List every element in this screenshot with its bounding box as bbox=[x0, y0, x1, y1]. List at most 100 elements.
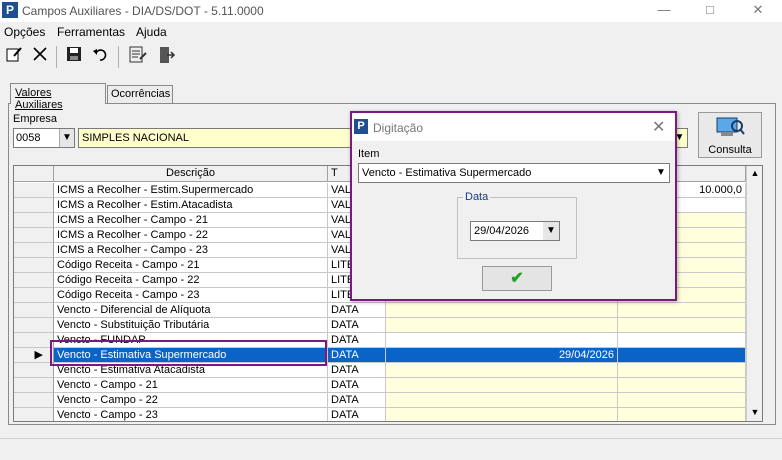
selected-row-highlight bbox=[50, 340, 327, 366]
cell-valor[interactable] bbox=[386, 318, 618, 333]
cell-descricao[interactable]: ICMS a Recolher - Estim.Supermercado bbox=[54, 183, 328, 198]
menu-ferramentas[interactable]: Ferramentas bbox=[57, 25, 125, 39]
grid-header-indicator bbox=[14, 166, 54, 182]
cell-tipo[interactable]: DATA bbox=[328, 318, 386, 333]
cell-tipo[interactable]: DATA bbox=[328, 393, 386, 408]
cell-descricao[interactable]: Vencto - Campo - 21 bbox=[54, 378, 328, 393]
grid-header-descricao[interactable]: Descrição bbox=[54, 166, 328, 182]
menu-bar: Opções Ferramentas Ajuda bbox=[0, 22, 782, 42]
cell-anterior[interactable] bbox=[618, 393, 746, 408]
app-logo-icon: P bbox=[354, 119, 368, 134]
check-icon: ✔ bbox=[510, 270, 524, 287]
table-row[interactable]: Vencto - Campo - 21 DATA bbox=[14, 378, 746, 393]
cell-descricao[interactable]: ICMS a Recolher - Campo - 21 bbox=[54, 213, 328, 228]
row-indicator bbox=[14, 258, 54, 273]
row-indicator bbox=[14, 273, 54, 288]
ok-button[interactable]: ✔ bbox=[482, 266, 552, 291]
minimize-button[interactable]: — bbox=[642, 0, 686, 22]
row-indicator bbox=[14, 228, 54, 243]
report-icon[interactable] bbox=[126, 45, 150, 69]
cell-descricao[interactable]: Código Receita - Campo - 21 bbox=[54, 258, 328, 273]
scroll-up-icon[interactable]: ▲ bbox=[747, 166, 762, 181]
table-row[interactable]: Vencto - Diferencial de Alíquota DATA bbox=[14, 303, 746, 318]
maximize-button[interactable]: □ bbox=[688, 0, 732, 22]
digitacao-dialog: P Digitação ✕ Item Vencto - Estimativa S… bbox=[350, 111, 677, 301]
undo-icon[interactable] bbox=[88, 45, 112, 69]
cell-anterior[interactable] bbox=[618, 378, 746, 393]
cell-valor[interactable] bbox=[386, 303, 618, 318]
cell-descricao[interactable]: Vencto - Campo - 22 bbox=[54, 393, 328, 408]
delete-icon[interactable] bbox=[28, 45, 52, 69]
toolbar bbox=[0, 43, 782, 71]
status-bar bbox=[0, 438, 782, 460]
row-indicator bbox=[14, 183, 54, 198]
cell-descricao[interactable]: Código Receita - Campo - 22 bbox=[54, 273, 328, 288]
cell-anterior[interactable] bbox=[618, 408, 746, 421]
table-row[interactable]: Vencto - Campo - 23 DATA bbox=[14, 408, 746, 421]
cell-tipo[interactable]: DATA bbox=[328, 333, 386, 348]
cell-valor[interactable] bbox=[386, 363, 618, 378]
tab-ocorrencias[interactable]: Ocorrências bbox=[107, 85, 173, 104]
row-indicator bbox=[14, 408, 54, 421]
tab-valores-auxiliares[interactable]: Valores Auxiliares bbox=[10, 83, 106, 111]
row-indicator: ▶ bbox=[14, 348, 54, 363]
cell-anterior[interactable] bbox=[618, 348, 746, 363]
cell-anterior[interactable] bbox=[618, 318, 746, 333]
item-label: Item bbox=[358, 148, 380, 160]
chevron-down-icon[interactable]: ▼ bbox=[543, 222, 559, 240]
cell-descricao[interactable]: ICMS a Recolher - Estim.Atacadista bbox=[54, 198, 328, 213]
cell-descricao[interactable]: ICMS a Recolher - Campo - 22 bbox=[54, 228, 328, 243]
tab-valores-label: Valores Auxiliares bbox=[15, 87, 63, 111]
cell-tipo[interactable]: DATA bbox=[328, 408, 386, 421]
row-indicator bbox=[14, 303, 54, 318]
scroll-down-icon[interactable]: ▼ bbox=[747, 405, 762, 420]
cell-anterior[interactable] bbox=[618, 303, 746, 318]
cell-descricao[interactable]: Código Receita - Campo - 23 bbox=[54, 288, 328, 303]
row-indicator bbox=[14, 288, 54, 303]
dialog-title-bar: P Digitação ✕ bbox=[352, 113, 675, 141]
menu-ajuda[interactable]: Ajuda bbox=[136, 25, 167, 39]
exit-icon[interactable] bbox=[154, 45, 178, 69]
consulta-button[interactable]: Consulta bbox=[698, 112, 762, 158]
dialog-title: Digitação bbox=[373, 121, 424, 135]
menu-opcoes[interactable]: Opções bbox=[4, 25, 45, 39]
tab-ocorrencias-label: Ocorrências bbox=[111, 88, 171, 100]
cell-tipo[interactable]: DATA bbox=[328, 378, 386, 393]
empresa-label: Empresa bbox=[13, 113, 58, 125]
row-indicator bbox=[14, 243, 54, 258]
close-icon[interactable]: ✕ bbox=[652, 117, 665, 137]
chevron-down-icon[interactable]: ▼ bbox=[653, 164, 669, 182]
cell-valor[interactable] bbox=[386, 333, 618, 348]
cell-descricao[interactable]: Vencto - Substituição Tributária bbox=[54, 318, 328, 333]
app-logo-icon: P bbox=[2, 2, 18, 18]
vertical-scrollbar[interactable]: ▲ ▼ bbox=[746, 166, 762, 421]
cell-valor[interactable]: 29/04/2026 bbox=[386, 348, 618, 363]
computer-search-icon bbox=[715, 116, 745, 140]
cell-tipo[interactable]: DATA bbox=[328, 303, 386, 318]
save-icon[interactable] bbox=[62, 45, 86, 69]
cell-valor[interactable] bbox=[386, 393, 618, 408]
row-indicator bbox=[14, 363, 54, 378]
cell-anterior[interactable] bbox=[618, 363, 746, 378]
data-label: Data bbox=[463, 191, 491, 203]
cell-valor[interactable] bbox=[386, 378, 618, 393]
cell-tipo[interactable]: DATA bbox=[328, 348, 386, 363]
window-title: Campos Auxiliares - DIA/DS/DOT - 5.11.00… bbox=[22, 4, 264, 18]
chevron-down-icon[interactable]: ▼ bbox=[59, 129, 74, 147]
row-indicator bbox=[14, 213, 54, 228]
item-select[interactable]: Vencto - Estimativa Supermercado bbox=[358, 163, 670, 183]
cell-anterior[interactable] bbox=[618, 333, 746, 348]
table-row[interactable]: Vencto - Campo - 22 DATA bbox=[14, 393, 746, 408]
cell-tipo[interactable]: DATA bbox=[328, 363, 386, 378]
edit-icon[interactable] bbox=[2, 45, 26, 69]
consulta-label: Consulta bbox=[708, 144, 752, 156]
close-button[interactable]: ✕ bbox=[736, 0, 780, 22]
row-indicator bbox=[14, 393, 54, 408]
cell-descricao[interactable]: Vencto - Diferencial de Alíquota bbox=[54, 303, 328, 318]
table-row[interactable]: Vencto - Substituição Tributária DATA bbox=[14, 318, 746, 333]
cell-descricao[interactable]: Vencto - Campo - 23 bbox=[54, 408, 328, 421]
row-indicator bbox=[14, 333, 54, 348]
cell-descricao[interactable]: ICMS a Recolher - Campo - 23 bbox=[54, 243, 328, 258]
row-indicator bbox=[14, 198, 54, 213]
cell-valor[interactable] bbox=[386, 408, 618, 421]
